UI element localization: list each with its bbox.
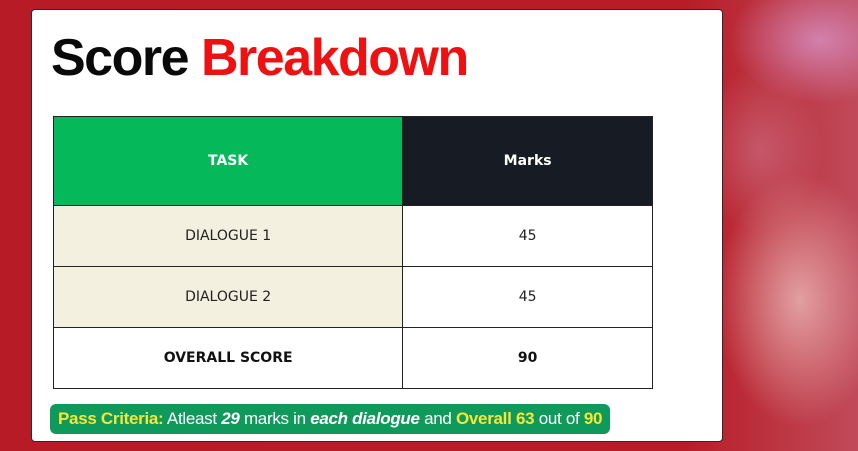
criteria-min-marks: 29 <box>221 409 240 428</box>
header-task: TASK <box>52 116 404 206</box>
criteria-total: 90 <box>583 409 603 428</box>
page-title: Score Breakdown <box>51 28 469 88</box>
overall-score-label: OVERALL SCORE <box>52 327 404 389</box>
criteria-text-4: out of <box>534 409 584 428</box>
header-marks: Marks <box>402 116 653 206</box>
overall-score-row: OVERALL SCORE 90 <box>52 327 653 389</box>
table-row: DIALOGUE 2 45 <box>52 266 653 328</box>
criteria-label: Pass Criteria: <box>58 409 164 428</box>
marks-cell: 45 <box>402 205 653 267</box>
criteria-each-dialogue: each dialogue <box>310 409 420 428</box>
marks-cell: 45 <box>402 266 653 328</box>
table-header-row: TASK Marks <box>52 116 653 206</box>
title-score: Score <box>51 29 190 87</box>
overall-score-value: 90 <box>402 327 653 389</box>
criteria-overall: Overall 63 <box>455 409 535 428</box>
score-breakdown-card: Score Breakdown TASK Marks DIALOGUE 1 45… <box>31 9 723 442</box>
criteria-text-3: and <box>419 409 456 428</box>
table-row: DIALOGUE 1 45 <box>52 205 653 267</box>
title-breakdown: Breakdown <box>200 29 469 87</box>
pass-criteria-banner: Pass Criteria: Atleast 29 marks in each … <box>50 404 611 434</box>
criteria-text-1: Atleast <box>163 409 222 428</box>
task-cell: DIALOGUE 1 <box>52 205 404 267</box>
criteria-text-2: marks in <box>239 409 311 428</box>
score-table: TASK Marks DIALOGUE 1 45 DIALOGUE 2 45 O… <box>52 116 653 389</box>
task-cell: DIALOGUE 2 <box>52 266 404 328</box>
